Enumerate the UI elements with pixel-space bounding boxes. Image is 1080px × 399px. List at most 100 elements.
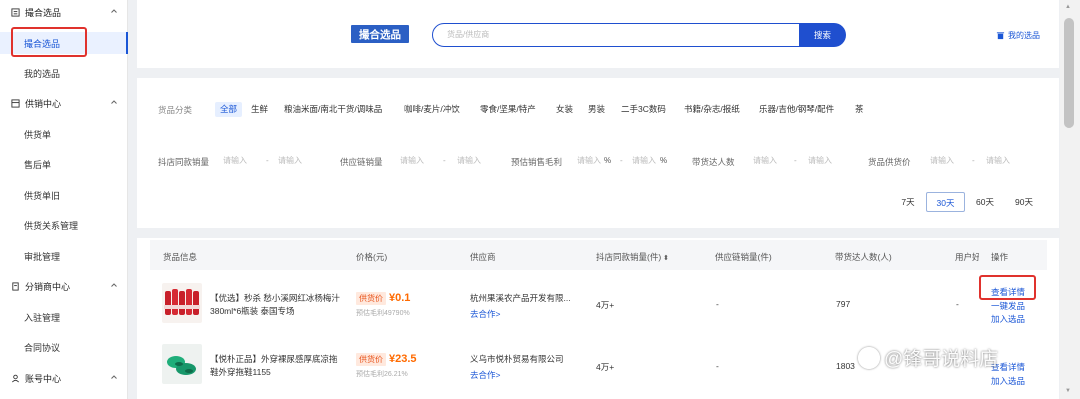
- price-value: ¥0.1: [389, 292, 411, 304]
- grid-icon: [10, 98, 20, 108]
- filter-max-input[interactable]: 请输入: [273, 153, 319, 169]
- vertical-scrollbar[interactable]: ▲ ▼: [1060, 0, 1080, 399]
- category-3c[interactable]: 二手3C数码: [621, 102, 666, 117]
- sidebar-group-label: 账号中心: [25, 373, 62, 384]
- sidebar-item-label: 供货关系管理: [24, 220, 79, 231]
- sidebar-item-supply-order[interactable]: 供货单: [0, 123, 128, 145]
- category-grain[interactable]: 粮油米面/南北干货/调味品: [284, 102, 382, 117]
- watermark-text: @锋哥说料店: [884, 349, 999, 370]
- douyin-sales-value: 4万+: [596, 300, 615, 310]
- estimated-margin: 预估毛利26.21%: [356, 371, 408, 378]
- product-image[interactable]: [162, 344, 202, 384]
- category-women[interactable]: 女装: [556, 102, 573, 117]
- product-name[interactable]: 【优选】秒杀 愁小溪网红冰杨梅汁380ml*6瓶装 泰国专场: [210, 292, 345, 318]
- sidebar-item-approval[interactable]: 审批管理: [0, 245, 128, 267]
- price-tag: 供货价 ¥0.1: [356, 292, 410, 305]
- filter-dash: -: [266, 156, 269, 165]
- category-fresh[interactable]: 生鲜: [251, 102, 268, 117]
- scroll-up-icon[interactable]: ▲: [1065, 4, 1071, 10]
- add-to-selection-link[interactable]: 加入选品: [991, 313, 1025, 325]
- add-to-selection-link[interactable]: 加入选品: [991, 375, 1025, 387]
- filter-min-input[interactable]: 请输入: [395, 153, 441, 169]
- highlight-box: [11, 27, 87, 57]
- supplier-name: 义乌市悦朴贸易有限公司: [470, 354, 564, 364]
- sidebar-group-matching[interactable]: 撮合选品: [0, 1, 128, 23]
- doc-icon: [10, 281, 20, 291]
- chevron-up-icon: [111, 375, 117, 379]
- filter-dash: -: [972, 156, 975, 165]
- sidebar-group-supply[interactable]: 供销中心: [0, 92, 128, 114]
- sidebar-item-label: 我的选品: [24, 68, 61, 79]
- col-douyin-sales[interactable]: 抖店同款销量(件) ⬍: [596, 251, 669, 263]
- cooperate-link[interactable]: 去合作>: [470, 369, 500, 381]
- cooperate-link[interactable]: 去合作>: [470, 308, 500, 320]
- filter-dash: -: [443, 156, 446, 165]
- creators-value: 1803: [836, 361, 855, 371]
- range-30-days[interactable]: 30天: [926, 192, 965, 212]
- chevron-up-icon: [111, 9, 117, 13]
- range-7-days[interactable]: 7天: [893, 192, 923, 212]
- sidebar-item-label: 供货单: [24, 129, 52, 140]
- category-coffee[interactable]: 咖啡/麦片/冲饮: [404, 102, 460, 117]
- category-instruments[interactable]: 乐器/吉他/钢琴/配件: [759, 102, 834, 117]
- sidebar-item-supply-relations[interactable]: 供货关系管理: [0, 214, 128, 236]
- scrollbar-thumb[interactable]: [1064, 18, 1074, 128]
- sidebar-group-label: 供销中心: [25, 98, 62, 109]
- sort-icon[interactable]: ⬍: [663, 255, 669, 262]
- category-books[interactable]: 书籍/杂志/报纸: [684, 102, 740, 117]
- col-supply-sales: 供应链销量(件): [715, 252, 772, 262]
- filter-min-input[interactable]: 请输入: [218, 153, 264, 169]
- product-name[interactable]: 【悦朴正品】外穿裸尿感厚底凉拖鞋外穿拖鞋1155: [210, 353, 345, 379]
- watermark-logo-icon: [858, 346, 880, 369]
- sidebar-item-supply-order-old[interactable]: 供货单旧: [0, 184, 128, 206]
- highlight-box: [979, 275, 1036, 300]
- sidebar-item-onboarding[interactable]: 入驻管理: [0, 306, 128, 328]
- supply-sales-value: -: [716, 361, 719, 371]
- category-men[interactable]: 男装: [588, 102, 605, 117]
- sidebar-item-label: 售后单: [24, 159, 52, 170]
- sidebar-item-after-sale[interactable]: 售后单: [0, 153, 128, 175]
- range-60-days[interactable]: 60天: [968, 192, 1002, 212]
- search-button[interactable]: 搜索: [799, 23, 846, 47]
- filter-label: 货品供货价: [868, 157, 911, 167]
- sidebar-item-contracts[interactable]: 合同协议: [0, 336, 128, 358]
- filter-min-input[interactable]: 请输入: [748, 153, 794, 169]
- range-90-days[interactable]: 90天: [1006, 192, 1042, 212]
- filter-max-input[interactable]: 请输入: [981, 153, 1027, 169]
- scroll-down-icon[interactable]: ▼: [1065, 388, 1071, 394]
- one-click-publish-link[interactable]: 一键发品: [991, 300, 1025, 312]
- sidebar-group-distributor[interactable]: 分销商中心: [0, 275, 128, 297]
- my-selection-link[interactable]: 我的选品: [996, 30, 1040, 41]
- filter-max-input[interactable]: 请输入: [803, 153, 849, 169]
- category-snacks[interactable]: 零食/坚果/特产: [480, 102, 536, 117]
- creators-value: 797: [836, 299, 851, 309]
- watermark: @锋哥说料店: [858, 344, 998, 371]
- filter-label: 预估销售毛利: [511, 157, 563, 167]
- category-all[interactable]: 全部: [215, 102, 243, 117]
- category-tea[interactable]: 茶: [855, 102, 864, 117]
- col-price: 价格(元): [356, 252, 388, 262]
- sidebar-item-label: 合同协议: [24, 342, 61, 353]
- price-label: 供货价: [356, 292, 386, 305]
- filter-max-input[interactable]: 请输入: [452, 153, 498, 169]
- supply-sales-value: -: [716, 299, 719, 309]
- price-label: 供货价: [356, 353, 386, 366]
- sidebar-item-label: 审批管理: [24, 251, 61, 262]
- search-input[interactable]: 货品/供应商: [432, 23, 800, 47]
- sidebar-item-label: 供货单旧: [24, 190, 61, 201]
- sidebar-group-label: 分销商中心: [25, 281, 71, 292]
- price-tag: 供货价 ¥23.5: [356, 353, 417, 366]
- filter-label: 抖店同款销量: [158, 157, 210, 167]
- sidebar-group-label: 撮合选品: [25, 7, 62, 18]
- chevron-up-icon: [111, 100, 117, 104]
- chevron-up-icon: [111, 283, 117, 287]
- filter-label: 供应链销量: [340, 157, 383, 167]
- sidebar-group-account[interactable]: 账号中心: [0, 367, 128, 389]
- filter-min-input[interactable]: 请输入: [925, 153, 971, 169]
- filter-unit: %: [660, 156, 668, 165]
- col-ops: 操作: [991, 252, 1009, 262]
- product-image[interactable]: [162, 283, 202, 323]
- my-selection-label: 我的选品: [1008, 31, 1040, 40]
- price-value: ¥23.5: [389, 353, 417, 365]
- sidebar-item-my-selection[interactable]: 我的选品: [0, 62, 128, 84]
